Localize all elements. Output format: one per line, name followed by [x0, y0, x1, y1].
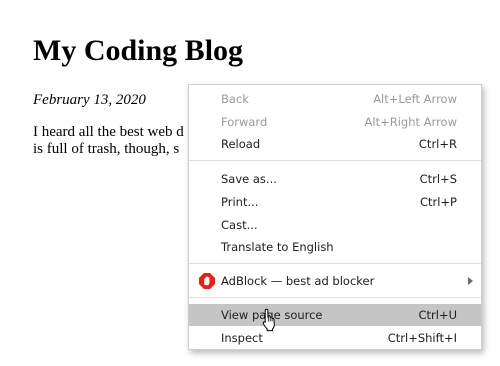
menu-item-back[interactable]: Back Alt+Left Arrow — [189, 88, 481, 110]
menu-item-label: Inspect — [221, 331, 263, 345]
submenu-arrow-icon — [468, 277, 473, 285]
menu-item-cast[interactable]: Cast... — [189, 214, 481, 236]
context-menu: Back Alt+Left Arrow Forward Alt+Right Ar… — [188, 84, 482, 350]
menu-item-shortcut: Alt+Right Arrow — [364, 115, 457, 129]
adblock-icon — [199, 273, 215, 289]
menu-item-shortcut: Ctrl+Shift+I — [387, 331, 457, 345]
menu-item-reload[interactable]: Reload Ctrl+R — [189, 133, 481, 155]
menu-separator — [189, 160, 481, 161]
hand-pointer-icon — [262, 308, 275, 332]
menu-item-shortcut: Ctrl+R — [418, 137, 457, 151]
menu-item-label: AdBlock — best ad blocker — [221, 274, 375, 288]
menu-item-translate[interactable]: Translate to English — [189, 236, 481, 258]
post-body-line: I heard all the best web d — [33, 124, 184, 140]
menu-item-label: Reload — [221, 137, 261, 151]
menu-item-shortcut: Ctrl+P — [419, 195, 457, 209]
menu-item-view-page-source[interactable]: View page source Ctrl+U — [189, 304, 481, 326]
menu-item-shortcut: Ctrl+S — [419, 172, 457, 186]
post-date: February 13, 2020 — [33, 92, 146, 108]
menu-item-label: Back — [221, 92, 249, 106]
menu-separator — [189, 297, 481, 298]
menu-separator — [189, 263, 481, 264]
menu-item-label: Translate to English — [221, 240, 334, 254]
menu-item-label: Forward — [221, 115, 268, 129]
post-body-line: is full of trash, though, s — [33, 141, 180, 157]
menu-item-inspect[interactable]: Inspect Ctrl+Shift+I — [189, 327, 481, 349]
menu-item-label: Save as... — [221, 172, 277, 186]
page-title: My Coding Blog — [33, 34, 244, 67]
menu-item-adblock[interactable]: AdBlock — best ad blocker — [189, 270, 481, 292]
menu-item-label: Cast... — [221, 218, 258, 232]
menu-item-save-as[interactable]: Save as... Ctrl+S — [189, 168, 481, 190]
menu-item-print[interactable]: Print... Ctrl+P — [189, 191, 481, 213]
menu-item-label: View page source — [221, 308, 323, 322]
post-body: I heard all the best web d is full of tr… — [33, 124, 203, 158]
menu-item-forward[interactable]: Forward Alt+Right Arrow — [189, 111, 481, 133]
menu-item-shortcut: Alt+Left Arrow — [373, 92, 457, 106]
menu-item-shortcut: Ctrl+U — [418, 308, 457, 322]
menu-item-label: Print... — [221, 195, 259, 209]
